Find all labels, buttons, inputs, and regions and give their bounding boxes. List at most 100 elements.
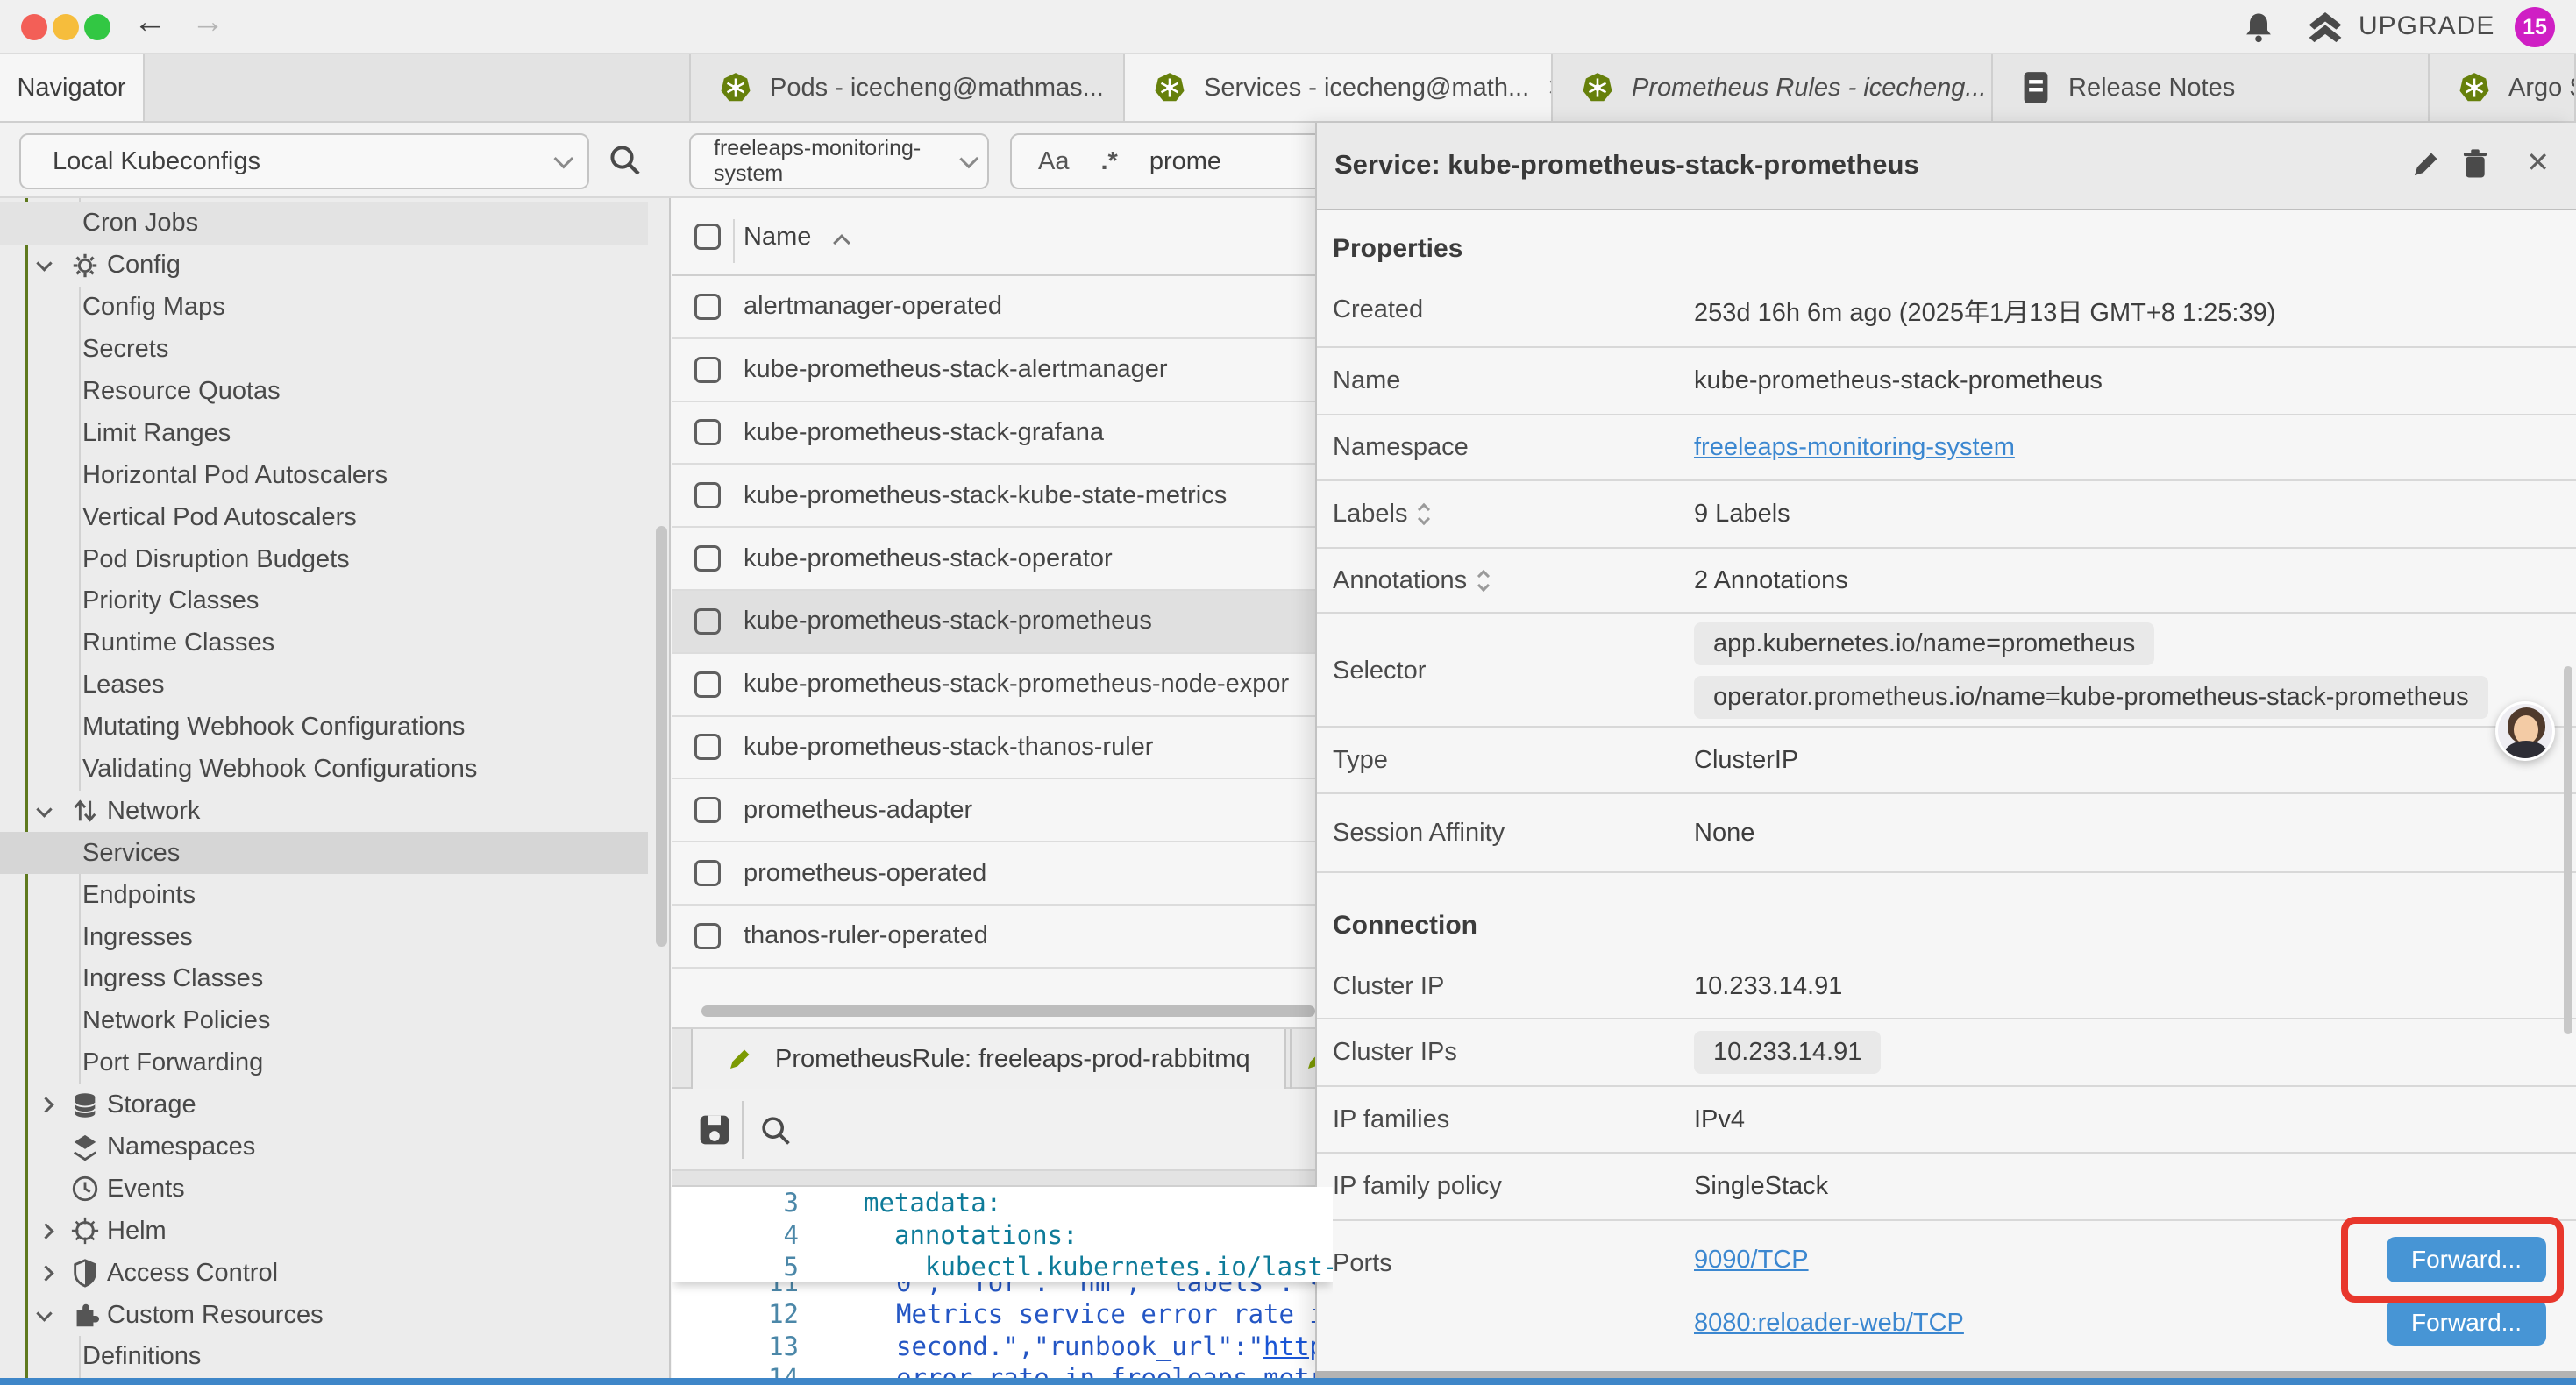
row-checkbox[interactable] (694, 923, 721, 949)
namespace-link[interactable]: freeleaps-monitoring-system (1694, 433, 2015, 461)
navigator-tab[interactable]: Navigator (0, 54, 145, 121)
sidebar-item[interactable]: Validating Webhook Configurations (0, 749, 669, 791)
table-row[interactable]: prometheus-adapter (672, 779, 1333, 842)
notification-count-badge[interactable]: 15 (2515, 7, 2555, 47)
sidebar-item[interactable]: Definitions (0, 1336, 669, 1378)
minimize-window-button[interactable] (53, 14, 79, 40)
sidebar-item[interactable]: Network (0, 790, 669, 832)
table-row[interactable]: kube-prometheus-stack-prometheus-node-ex… (672, 654, 1333, 717)
delete-trash-icon[interactable] (2459, 147, 2492, 181)
avatar[interactable] (2495, 701, 2555, 761)
table-row[interactable]: kube-prometheus-stack-prometheus (672, 591, 1333, 654)
sidebar-item[interactable]: Secrets (0, 329, 669, 371)
zoom-window-button[interactable] (84, 14, 110, 40)
sidebar-item[interactable]: Access Control (0, 1252, 669, 1294)
match-case-toggle[interactable]: Aa (1038, 147, 1069, 176)
close-tab-icon[interactable]: ✕ (1547, 75, 1553, 102)
forward-arrow-icon[interactable]: → (191, 4, 224, 41)
sidebar-item[interactable]: Endpoints (0, 874, 669, 916)
sidebar-item[interactable]: Ingress Classes (0, 958, 669, 1000)
table-row[interactable]: kube-prometheus-stack-alertmanager (672, 339, 1333, 402)
sidebar-item[interactable]: Network Policies (0, 1000, 669, 1042)
sidebar-item[interactable]: Limit Ranges (0, 412, 669, 454)
sidebar-item[interactable]: Helm (0, 1210, 669, 1252)
sidebar-item[interactable]: Cron Jobs (0, 202, 648, 245)
name-column-header[interactable]: Name (744, 223, 811, 252)
chevron-icon[interactable] (39, 1225, 70, 1237)
sidebar-item[interactable]: Events (0, 1168, 669, 1210)
select-all-checkbox[interactable] (694, 224, 721, 250)
bell-icon[interactable] (2241, 10, 2276, 45)
table-row[interactable]: kube-prometheus-stack-thanos-ruler (672, 717, 1333, 780)
sidebar-item[interactable]: Custom Resources (0, 1294, 669, 1336)
table-row[interactable]: kube-prometheus-stack-grafana (672, 402, 1333, 465)
edit-pencil-icon[interactable] (2409, 147, 2443, 181)
horizontal-scrollbar[interactable] (701, 1005, 1315, 1017)
sidebar-item[interactable]: Config (0, 245, 669, 287)
row-checkbox[interactable] (694, 797, 721, 823)
sidebar-item[interactable]: Resource Quotas (0, 371, 669, 413)
sidebar-item[interactable]: Priority Classes (0, 580, 669, 622)
editor-search-icon[interactable] (758, 1113, 793, 1148)
table-row[interactable]: prometheus-operated (672, 842, 1333, 906)
expand-collapse-icon[interactable] (1479, 572, 1488, 590)
row-checkbox[interactable] (694, 482, 721, 508)
details-scrollbar[interactable] (2564, 666, 2572, 1034)
kubeconfig-select[interactable]: Local Kubeconfigs (19, 133, 589, 189)
chevron-icon[interactable] (39, 1099, 70, 1111)
sort-ascending-icon[interactable] (833, 234, 850, 252)
expand-collapse-icon[interactable] (1420, 505, 1428, 523)
row-checkbox[interactable] (694, 545, 721, 572)
save-icon[interactable] (696, 1112, 733, 1148)
table-row[interactable]: kube-prometheus-stack-operator (672, 528, 1333, 591)
tab-pods[interactable]: Pods - icecheng@mathmas... (691, 54, 1125, 121)
yaml-editor[interactable]: 3metadata: 4annotations: 5kubectl.kubern… (672, 1187, 1333, 1385)
sidebar-item[interactable]: Mutating Webhook Configurations (0, 707, 669, 749)
row-checkbox[interactable] (694, 860, 721, 886)
row-checkbox[interactable] (694, 671, 721, 698)
close-panel-icon[interactable]: ✕ (2526, 146, 2550, 179)
sidebar-item[interactable]: Port Forwarding (0, 1042, 669, 1084)
sidebar-item[interactable]: Runtime Classes (0, 622, 669, 664)
sidebar-item[interactable]: Pod Disruption Budgets (0, 538, 669, 580)
upgrade-label[interactable]: UPGRADE (2359, 11, 2494, 41)
tab-argo[interactable]: Argo Se (2430, 54, 2576, 121)
row-checkbox[interactable] (694, 734, 721, 760)
row-checkbox[interactable] (694, 357, 721, 383)
tab-release-notes[interactable]: Release Notes (1993, 54, 2430, 121)
sidebar-item[interactable]: Namespaces (0, 1126, 669, 1168)
port-8080-link[interactable]: 8080:reloader-web/TCP (1694, 1309, 1964, 1338)
table-filter-input[interactable]: Aa .* prome (1010, 133, 1333, 189)
chevron-icon[interactable] (39, 807, 70, 815)
sidebar-item-label: Horizontal Pod Autoscalers (82, 461, 388, 490)
row-checkbox[interactable] (694, 608, 721, 635)
tab-prometheus-rules[interactable]: Prometheus Rules - icecheng... (1553, 54, 1993, 121)
sidebar-item[interactable]: Ingresses (0, 916, 669, 958)
sidebar-item[interactable]: Config Maps (0, 287, 669, 329)
chevron-icon[interactable] (39, 261, 70, 269)
details-bottom-scrollbar[interactable] (1315, 1371, 2576, 1378)
sidebar-search-icon[interactable] (607, 142, 644, 179)
upgrade-chevrons-icon[interactable] (2304, 9, 2346, 46)
back-arrow-icon[interactable]: ← (133, 4, 167, 41)
regex-toggle[interactable]: .* (1100, 147, 1117, 176)
namespace-select[interactable]: freeleaps-monitoring-system (689, 133, 989, 189)
forward-button-8080[interactable]: Forward... (2387, 1300, 2546, 1346)
table-row[interactable]: alertmanager-operated (672, 276, 1333, 339)
tab-services[interactable]: Services - icecheng@math... ✕ (1125, 54, 1553, 121)
row-checkbox[interactable] (694, 419, 721, 445)
sidebar-item[interactable]: Storage (0, 1084, 669, 1126)
table-row[interactable]: kube-prometheus-stack-kube-state-metrics (672, 465, 1333, 528)
sidebar-item[interactable]: Services (0, 832, 648, 874)
chevron-icon[interactable] (39, 1268, 70, 1279)
row-checkbox[interactable] (694, 294, 721, 320)
sidebar-scrollbar[interactable] (656, 526, 667, 947)
sidebar-item[interactable]: Vertical Pod Autoscalers (0, 496, 669, 538)
chevron-icon[interactable] (39, 1311, 70, 1319)
editor-tab-prometheusrule[interactable]: PrometheusRule: freeleaps-prod-rabbitmq (691, 1029, 1286, 1089)
table-row[interactable]: thanos-ruler-operated (672, 906, 1333, 969)
sidebar-item[interactable]: Leases (0, 664, 669, 707)
sidebar-item[interactable]: Horizontal Pod Autoscalers (0, 454, 669, 496)
close-window-button[interactable] (21, 14, 47, 40)
port-9090-link[interactable]: 9090/TCP (1694, 1246, 1809, 1275)
